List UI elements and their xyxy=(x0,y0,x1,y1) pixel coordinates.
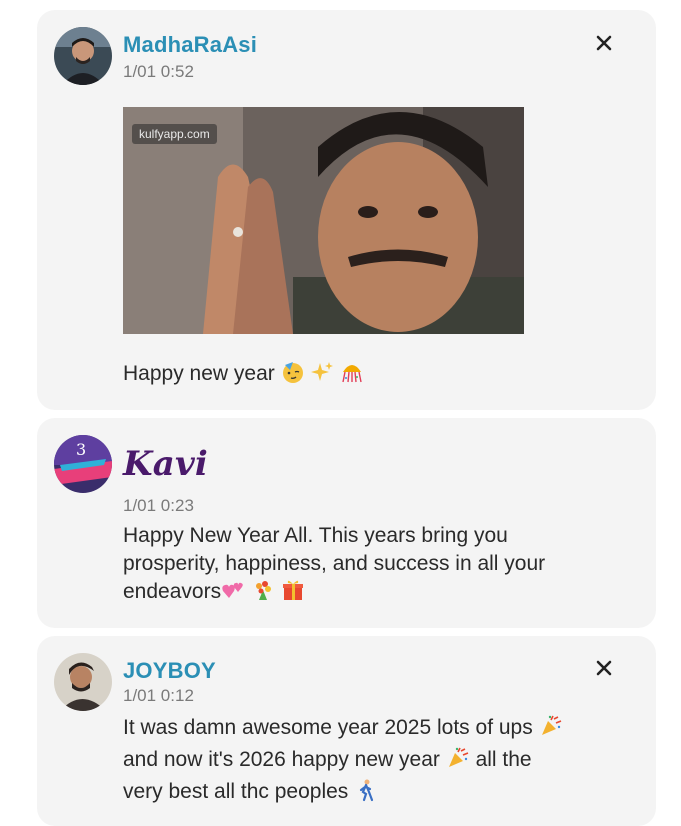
comment-text-line: Happy new year xyxy=(123,362,275,385)
timestamp: 1/01 0:52 xyxy=(123,62,194,81)
comment-text-line: and now it's 2026 happy new year xyxy=(123,748,440,771)
comment-text-line: prosperity, happiness, and success in al… xyxy=(123,552,546,575)
comment-feed: MadhaRaAsi 1/01 0:52 kulfyapp.com Happy … xyxy=(0,0,681,826)
comment-text-line: It was damn awesome year 2025 lots of up… xyxy=(123,716,533,739)
gif-image[interactable]: kulfyapp.com xyxy=(123,107,524,334)
close-icon xyxy=(596,660,612,676)
bouquet-icon xyxy=(251,578,275,610)
comment-text: Happy new year xyxy=(123,360,643,392)
svg-text:3: 3 xyxy=(76,440,86,459)
delete-comment-button[interactable] xyxy=(596,660,612,676)
delete-comment-button[interactable] xyxy=(596,35,612,51)
avatar[interactable]: 3 xyxy=(54,435,112,493)
comment-text: It was damn awesome year 2025 lots of up… xyxy=(123,714,633,810)
comment-text: Happy New Year All. This years bring you… xyxy=(123,522,643,610)
comment-text-line: endeavors xyxy=(123,580,222,603)
timestamp: 1/01 0:23 xyxy=(123,496,194,515)
comment-card: JOYBOY 1/01 0:12 It was damn awesome yea… xyxy=(37,636,656,826)
sparkles-icon xyxy=(310,360,334,392)
gift-icon xyxy=(281,578,305,610)
close-icon xyxy=(596,35,612,51)
comment-card: 3 Kavi 1/01 0:23 Happy New Year All. Thi… xyxy=(37,418,656,628)
party-popper-icon xyxy=(539,714,563,746)
party-popper-icon xyxy=(446,746,470,778)
comment-text-line: Happy New Year All. This years bring you xyxy=(123,524,508,547)
two-hearts-icon xyxy=(221,578,245,610)
author-name[interactable]: JOYBOY xyxy=(123,658,216,684)
watermark: kulfyapp.com xyxy=(132,124,217,144)
author-name[interactable]: Kavi xyxy=(123,444,208,484)
comment-card: MadhaRaAsi 1/01 0:52 kulfyapp.com Happy … xyxy=(37,10,656,410)
timestamp: 1/01 0:12 xyxy=(123,686,194,705)
confetti-ball-icon xyxy=(340,360,364,392)
author-name[interactable]: MadhaRaAsi xyxy=(123,32,257,58)
comment-text-line: all the xyxy=(475,748,532,771)
partying-face-icon xyxy=(281,360,305,392)
avatar[interactable] xyxy=(54,653,112,711)
person-walking-icon xyxy=(354,778,378,810)
avatar[interactable] xyxy=(54,27,112,85)
